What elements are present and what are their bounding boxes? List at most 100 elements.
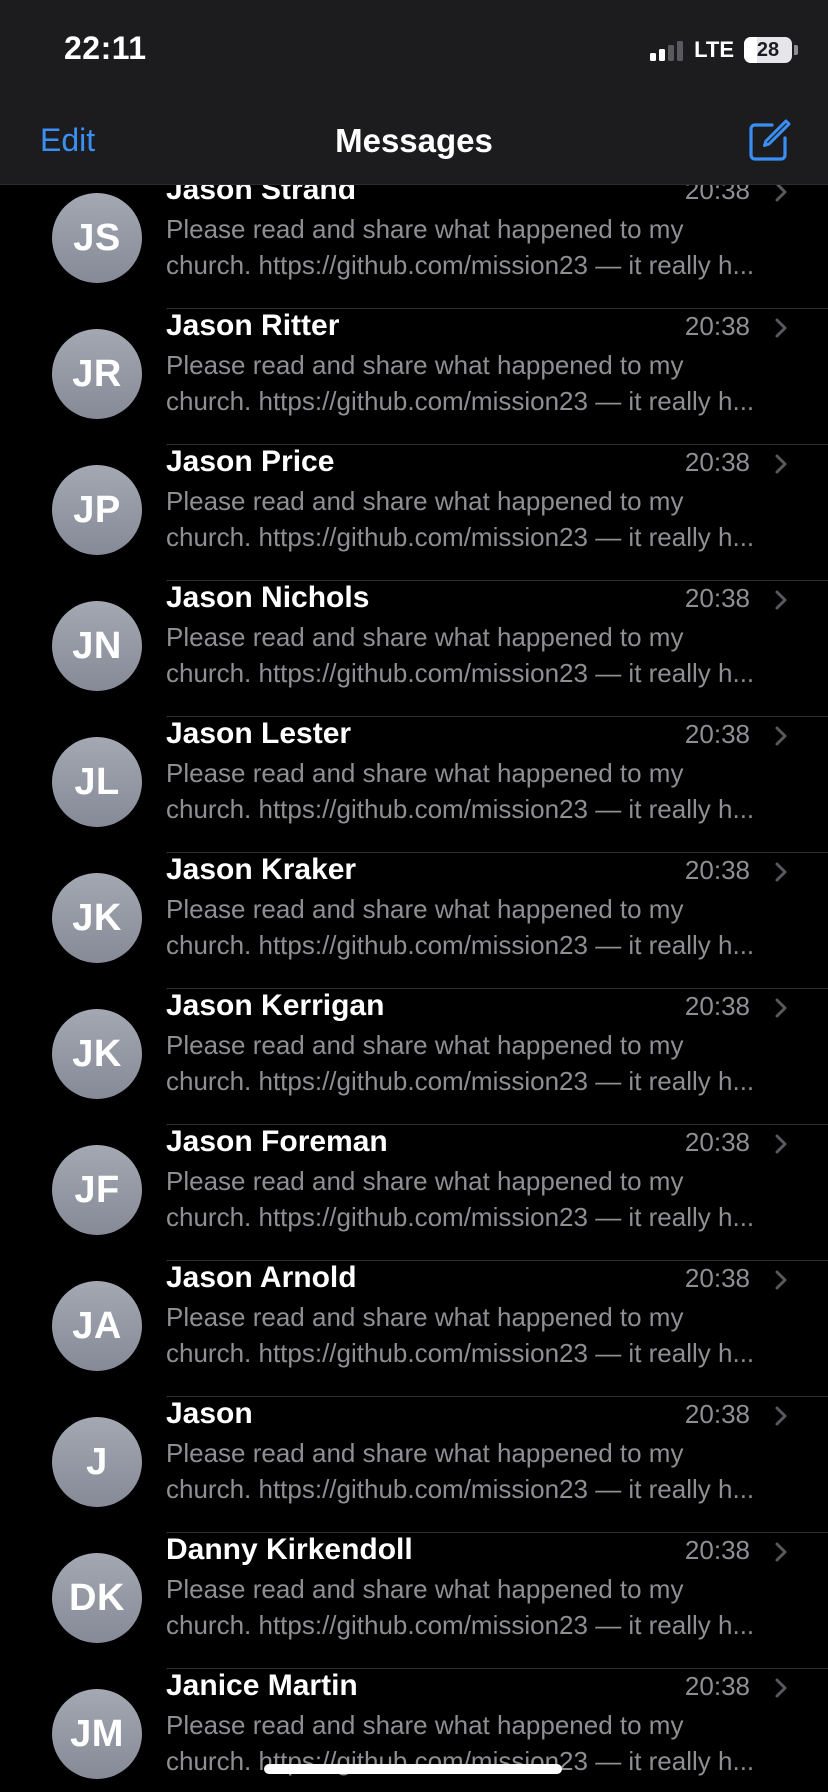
message-preview-line: church. https://github.com/mission23 — i…: [166, 658, 755, 688]
message-preview: Please read and share what happened to m…: [166, 1571, 786, 1643]
message-timestamp: 20:38: [684, 1535, 750, 1565]
avatar: JA: [52, 1281, 142, 1371]
navigation-bar: Edit Messages: [0, 100, 828, 185]
avatar-initials: JP: [73, 488, 121, 531]
home-indicator[interactable]: [264, 1764, 562, 1774]
message-preview-line: Please read and share what happened to m…: [166, 1302, 684, 1332]
chevron-right-icon: [775, 1406, 787, 1426]
battery-fill: [744, 37, 758, 63]
conversation-row[interactable]: DK Danny Kirkendoll 20:38 Please read and s…: [0, 1533, 828, 1669]
message-timestamp: 20:38: [684, 855, 750, 885]
message-timestamp: 20:38: [684, 447, 750, 477]
conversation-row[interactable]: JL Jason Lester 20:38 Please read and share…: [0, 717, 828, 853]
contact-name: Jason Strand: [166, 185, 357, 206]
conversation-row[interactable]: JP Jason Price 20:38 Please read and share …: [0, 445, 828, 581]
message-timestamp: 20:38: [684, 583, 750, 613]
message-preview-line: Please read and share what happened to m…: [166, 1030, 684, 1060]
message-preview-line: church. https://github.com/mission23 — i…: [166, 522, 755, 552]
message-preview-line: Please read and share what happened to m…: [166, 1438, 684, 1468]
avatar: JK: [52, 873, 142, 963]
chevron-right-icon: [775, 318, 787, 338]
conversation-row[interactable]: JK Jason Kraker 20:38 Please read and share…: [0, 853, 828, 989]
avatar: JR: [52, 329, 142, 419]
message-preview: Please read and share what happened to m…: [166, 1163, 786, 1235]
chevron-right-icon: [775, 185, 787, 202]
avatar-initials: JS: [73, 216, 121, 259]
message-preview-line: Please read and share what happened to m…: [166, 486, 684, 516]
message-preview-line: church. https://github.com/mission23 — i…: [166, 1610, 755, 1640]
message-preview: Please read and share what happened to m…: [166, 1435, 786, 1507]
avatar-initials: JN: [72, 624, 122, 667]
contact-name: Jason Foreman: [166, 1125, 388, 1158]
message-preview-line: Please read and share what happened to m…: [166, 894, 684, 924]
battery-icon: 28: [744, 37, 792, 63]
message-timestamp: 20:38: [684, 719, 750, 749]
chevron-right-icon: [775, 590, 787, 610]
avatar-initials: JR: [72, 352, 122, 395]
chevron-right-icon: [775, 1678, 787, 1698]
avatar-initials: JK: [72, 1032, 122, 1075]
message-preview: Please read and share what happened to m…: [166, 483, 786, 555]
avatar: JP: [52, 465, 142, 555]
message-preview-line: church. https://github.com/mission23 — i…: [166, 794, 755, 824]
avatar-initials: DK: [69, 1576, 125, 1619]
network-type-label: LTE: [694, 37, 734, 62]
message-preview-line: church. https://github.com/mission23 — i…: [166, 930, 755, 960]
contact-name: Jason Lester: [166, 717, 352, 750]
compose-button[interactable]: [746, 118, 792, 164]
conversation-row[interactable]: JS Jason Strand 20:38 Please read and share…: [0, 185, 828, 309]
contact-name: Danny Kirkendoll: [166, 1533, 413, 1566]
avatar-initials: J: [86, 1440, 108, 1483]
message-timestamp: 20:38: [684, 1127, 750, 1157]
message-preview-line: church. https://github.com/mission23 — i…: [166, 1338, 755, 1368]
conversation-row[interactable]: JN Jason Nichols 20:38 Please read and shar…: [0, 581, 828, 717]
avatar: JS: [52, 193, 142, 283]
conversation-row[interactable]: JK Jason Kerrigan 20:38 Please read and sha…: [0, 989, 828, 1125]
compose-icon: [749, 119, 791, 161]
conversation-row[interactable]: JF Jason Foreman 20:38 Please read and shar…: [0, 1125, 828, 1261]
message-timestamp: 20:38: [684, 1399, 750, 1429]
chevron-right-icon: [775, 454, 787, 474]
message-preview-line: church. https://github.com/mission23 — i…: [166, 1474, 755, 1504]
avatar-initials: JL: [74, 760, 120, 803]
conversation-row[interactable]: J Jason 20:38 Please read and share what ha…: [0, 1397, 828, 1533]
chevron-right-icon: [775, 862, 787, 882]
message-preview-line: Please read and share what happened to m…: [166, 758, 684, 788]
chevron-right-icon: [775, 1542, 787, 1562]
message-preview-line: church. https://github.com/mission23 — i…: [166, 386, 755, 416]
message-preview-line: Please read and share what happened to m…: [166, 350, 684, 380]
avatar-initials: JK: [72, 896, 122, 939]
battery-level: 28: [756, 38, 780, 61]
message-timestamp: 20:38: [684, 1263, 750, 1293]
message-preview-line: church. https://github.com/mission23 — i…: [166, 1066, 755, 1096]
message-preview: Please read and share what happened to m…: [166, 619, 786, 691]
contact-name: Jason Price: [166, 445, 335, 478]
message-preview-line: church. https://github.com/mission23 — i…: [166, 250, 755, 280]
conversation-list[interactable]: JS Jason Strand 20:38 Please read and share…: [0, 185, 828, 1792]
message-preview: Please read and share what happened to m…: [166, 211, 786, 283]
chevron-right-icon: [775, 998, 787, 1018]
contact-name: Jason Arnold: [166, 1261, 357, 1294]
message-preview: Please read and share what happened to m…: [166, 755, 786, 827]
battery-cap: [794, 45, 798, 55]
avatar: J: [52, 1417, 142, 1507]
chevron-right-icon: [775, 1134, 787, 1154]
conversation-row[interactable]: JA Jason Arnold 20:38 Please read and share…: [0, 1261, 828, 1397]
message-timestamp: 20:38: [684, 991, 750, 1021]
avatar-initials: JA: [72, 1304, 122, 1347]
contact-name: Jason Kraker: [166, 853, 357, 886]
contact-name: Janice Martin: [166, 1669, 358, 1702]
message-preview: Please read and share what happened to m…: [166, 1027, 786, 1099]
chevron-right-icon: [775, 726, 787, 746]
avatar: DK: [52, 1553, 142, 1643]
avatar: JK: [52, 1009, 142, 1099]
status-indicators: LTE 28: [650, 36, 798, 64]
message-preview: Please read and share what happened to m…: [166, 1299, 786, 1371]
contact-name: Jason: [166, 1397, 253, 1430]
chevron-right-icon: [775, 1270, 787, 1290]
message-preview-line: Please read and share what happened to m…: [166, 1710, 684, 1740]
conversation-row[interactable]: JR Jason Ritter 20:38 Please read and share…: [0, 309, 828, 445]
contact-name: Jason Ritter: [166, 309, 340, 342]
status-bar: 22:11 LTE 28: [0, 0, 828, 100]
message-preview: Please read and share what happened to m…: [166, 347, 786, 419]
